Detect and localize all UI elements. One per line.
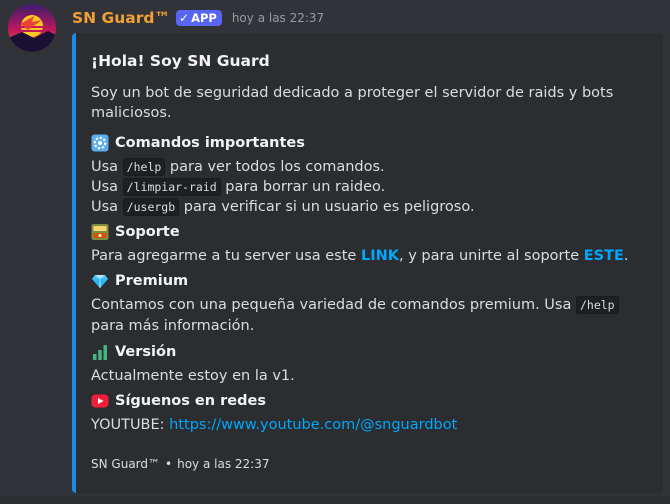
support-text: Para agregarme a tu server usa este LINK… <box>91 246 647 266</box>
message-timestamp[interactable]: hoy a las 22:37 <box>232 11 324 25</box>
invite-link[interactable]: LINK <box>361 248 399 264</box>
support-post: . <box>623 248 629 264</box>
support-mid: , y para unirte al soporte <box>398 248 584 264</box>
command-code: /limpiar-raid <box>122 178 221 196</box>
version-text: Actualmente estoy en la v1. <box>91 368 295 384</box>
premium-text: Contamos con una pequeña variedad de com… <box>91 295 647 337</box>
social-label: YOUTUBE: <box>91 417 170 433</box>
section-premium-heading: Premium <box>91 271 647 291</box>
section-premium: Premium Contamos con una pequeña varieda… <box>91 271 647 337</box>
section-version-title: Versión <box>115 344 177 360</box>
section-commands-heading: Comandos importantes <box>91 133 647 153</box>
check-icon: ✓ <box>179 11 190 25</box>
next-message-divider <box>0 496 670 504</box>
bar-chart-icon <box>91 343 109 361</box>
footer-timestamp: hoy a las 22:37 <box>177 457 270 471</box>
section-social: Síguenos en redes YOUTUBE: https://www.y… <box>91 391 647 435</box>
social-text: YOUTUBE: https://www.youtube.com/@snguar… <box>91 415 647 435</box>
command-code: /usergb <box>122 198 180 216</box>
section-version: Versión Actualmente estoy en la v1. <box>91 342 647 386</box>
section-version-heading: Versión <box>91 342 647 362</box>
gem-icon <box>91 272 109 290</box>
footer-separator: • <box>165 457 173 471</box>
command-post: para verificar si un usuario es peligros… <box>179 199 475 215</box>
command-post: para ver todos los comandos. <box>165 159 385 175</box>
section-premium-title: Premium <box>115 273 189 289</box>
premium-code: /help <box>575 296 619 314</box>
section-commands: Comandos importantes Usa /help para ver … <box>91 133 647 217</box>
command-line: Usa /limpiar-raid para borrar un raideo. <box>91 177 647 197</box>
support-server-link[interactable]: ESTE <box>584 248 624 264</box>
embed-card: ¡Hola! Soy SN Guard Soy un bot de seguri… <box>72 33 663 493</box>
command-pre: Usa <box>91 159 123 175</box>
section-social-title: Síguenos en redes <box>115 393 266 409</box>
ticket-icon <box>91 223 109 241</box>
command-post: para borrar un raideo. <box>220 179 386 195</box>
author-name[interactable]: SN Guard™ <box>72 9 170 27</box>
footer-author: SN Guard™ <box>91 457 161 471</box>
gear-icon <box>91 134 109 152</box>
command-code: /help <box>122 158 166 176</box>
command-pre: Usa <box>91 199 123 215</box>
intro-text: Soy un bot de seguridad dedicado a prote… <box>91 85 614 121</box>
embed-title: ¡Hola! Soy SN Guard <box>91 52 270 70</box>
section-support-heading: Soporte <box>91 222 647 242</box>
youtube-link[interactable]: https://www.youtube.com/@snguardbot <box>169 417 457 433</box>
section-commands-title: Comandos importantes <box>115 135 305 151</box>
youtube-icon <box>91 392 109 410</box>
premium-pre: Contamos con una pequeña variedad de com… <box>91 297 576 313</box>
section-support-title: Soporte <box>115 224 180 240</box>
embed-description: Soy un bot de seguridad dedicado a prote… <box>91 83 647 435</box>
app-badge: ✓ APP <box>176 10 222 26</box>
app-badge-label: APP <box>191 11 217 25</box>
author-avatar[interactable] <box>8 4 56 52</box>
section-social-heading: Síguenos en redes <box>91 391 647 411</box>
section-support: Soporte Para agregarme a tu server usa e… <box>91 222 647 266</box>
command-line: Usa /help para ver todos los comandos. <box>91 157 647 177</box>
avatar-image <box>8 4 56 52</box>
message-header: SN Guard™ ✓ APP hoy a las 22:37 <box>72 8 324 28</box>
premium-post: para más información. <box>91 318 255 334</box>
embed-footer: SN Guard™ • hoy a las 22:37 <box>91 457 269 471</box>
command-pre: Usa <box>91 179 123 195</box>
support-pre: Para agregarme a tu server usa este <box>91 248 361 264</box>
command-line: Usa /usergb para verificar si un usuario… <box>91 197 647 217</box>
